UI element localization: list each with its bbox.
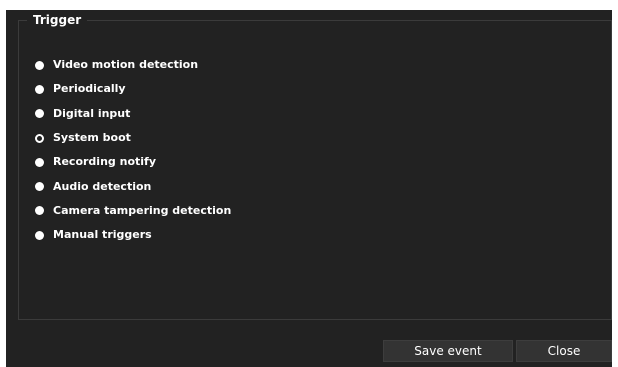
trigger-option-system-boot[interactable]: System boot — [35, 126, 231, 150]
trigger-option-video-motion-detection[interactable]: Video motion detection — [35, 53, 231, 77]
trigger-option-recording-notify[interactable]: Recording notify — [35, 150, 231, 174]
radio-button-icon[interactable] — [35, 84, 44, 94]
trigger-option-camera-tampering-detection[interactable]: Camera tampering detection — [35, 199, 231, 223]
option-label: Video motion detection — [53, 58, 199, 72]
radio-button-icon[interactable] — [35, 60, 44, 70]
close-button[interactable]: Close — [516, 340, 612, 362]
radio-button-icon[interactable] — [35, 182, 44, 192]
option-label: Audio detection — [53, 179, 152, 193]
radio-button-selected-icon[interactable] — [35, 133, 44, 143]
save-event-button[interactable]: Save event — [383, 340, 513, 362]
trigger-legend: Trigger — [27, 12, 88, 28]
radio-button-icon[interactable] — [35, 206, 44, 216]
trigger-fieldset: Trigger Video motion detection Periodica… — [18, 12, 612, 320]
trigger-option-audio-detection[interactable]: Audio detection — [35, 174, 231, 198]
trigger-option-periodically[interactable]: Periodically — [35, 77, 231, 101]
option-label: Periodically — [53, 82, 126, 96]
radio-button-icon[interactable] — [35, 230, 44, 240]
trigger-options: Video motion detection Periodically Digi… — [35, 53, 231, 247]
trigger-option-digital-input[interactable]: Digital input — [35, 102, 231, 126]
trigger-option-manual-triggers[interactable]: Manual triggers — [35, 223, 231, 247]
radio-button-icon[interactable] — [35, 157, 44, 167]
option-label: Recording notify — [53, 155, 156, 169]
option-label: Camera tampering detection — [53, 203, 232, 217]
option-label: Manual triggers — [53, 228, 152, 242]
option-label: Digital input — [53, 106, 131, 120]
radio-button-icon[interactable] — [35, 109, 44, 119]
event-dialog: Trigger Video motion detection Periodica… — [6, 10, 612, 367]
option-label: System boot — [53, 131, 131, 145]
